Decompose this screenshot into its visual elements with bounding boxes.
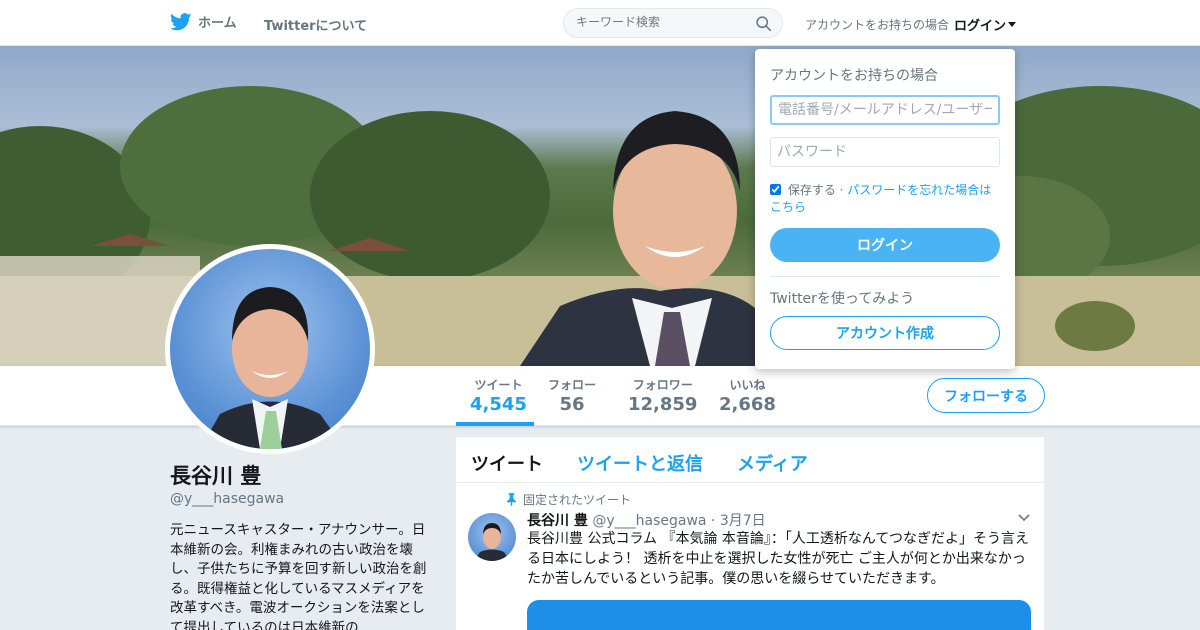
stat-likes[interactable]: いいね 2,668: [719, 376, 776, 415]
tweet-author-handle[interactable]: @y___hasegawa: [592, 513, 706, 529]
tweet-author-name[interactable]: 長谷川 豊: [527, 513, 588, 529]
active-stat-underline: [456, 422, 534, 426]
login-dropdown-toggle[interactable]: ログイン: [954, 15, 1017, 34]
stat-value: 56: [559, 394, 585, 415]
remember-label: 保存する: [787, 183, 836, 197]
login-dropdown: アカウントをお持ちの場合 保存する · パスワードを忘れた場合はこちら ログイン…: [755, 49, 1015, 369]
tab-tweets[interactable]: ツイート: [471, 450, 543, 476]
stat-value: 2,668: [719, 394, 776, 415]
nav-about-link[interactable]: Twitterについて: [264, 15, 367, 34]
try-twitter-label: Twitterを使ってみよう: [770, 291, 915, 307]
tweet-link-card[interactable]: [527, 600, 1031, 630]
tweet-text: 長谷川豊 公式コラム 『本気論 本音論』：「人工透析なんてつなぎだよ」そう言える…: [527, 531, 1029, 587]
profile-bio: 元ニュースキャスター・アナウンサー。日本維新の会。利権まみれの古い政治を壊し、子…: [170, 522, 427, 630]
pinned-indicator: 固定されたツイート: [506, 491, 631, 508]
tweet-avatar-image: [474, 523, 510, 561]
nav-home-label: ホーム: [198, 16, 237, 31]
pinned-label: 固定されたツイート: [523, 493, 632, 507]
stat-label: フォロー: [548, 378, 597, 392]
tweet-avatar[interactable]: [468, 513, 516, 561]
stat-following[interactable]: フォロー 56: [548, 376, 596, 415]
stat-label: いいね: [729, 378, 766, 392]
search-box: [563, 8, 783, 38]
chevron-down-icon[interactable]: [1018, 514, 1030, 522]
username-field[interactable]: [770, 95, 1000, 125]
profile-name: 長谷川 豊: [170, 464, 262, 488]
password-field[interactable]: [770, 137, 1000, 167]
caret-down-icon: [1008, 22, 1017, 27]
login-prompt: アカウントをお持ちの場合: [805, 18, 950, 32]
tab-tweets-and-replies[interactable]: ツイートと返信: [577, 450, 703, 476]
search-icon[interactable]: [755, 15, 772, 32]
avatar-image: [200, 287, 345, 449]
top-nav: ホーム Twitterについて アカウントをお持ちの場合 ログイン: [0, 0, 1200, 46]
twitter-bird-icon: [170, 12, 192, 30]
stat-tweets[interactable]: ツイート 4,545: [470, 376, 527, 415]
profile-avatar-frame: [165, 244, 375, 454]
nav-home-link[interactable]: ホーム: [170, 12, 237, 31]
login-button[interactable]: ログイン: [770, 228, 1000, 262]
login-dropdown-title: アカウントをお持ちの場合: [770, 68, 938, 84]
stat-label: フォロワー: [632, 378, 693, 392]
stat-value: 12,859: [628, 394, 698, 415]
search-input[interactable]: [576, 15, 746, 29]
dropdown-divider: [770, 276, 1000, 277]
remember-checkbox[interactable]: [770, 184, 781, 195]
timeline: ツイート ツイートと返信 メディア 固定されたツイート 長谷川 豊 @y___h…: [456, 437, 1044, 630]
timeline-tabs: ツイート ツイートと返信 メディア: [456, 437, 1044, 483]
remember-row: 保存する · パスワードを忘れた場合はこちら: [770, 182, 1000, 216]
tab-media[interactable]: メディア: [737, 450, 808, 476]
follow-button[interactable]: フォローする: [927, 378, 1045, 413]
signup-button[interactable]: アカウント作成: [770, 316, 1000, 350]
stat-followers[interactable]: フォロワー 12,859: [628, 376, 697, 415]
profile-handle[interactable]: @y___hasegawa: [170, 491, 284, 507]
tweet-header: 長谷川 豊 @y___hasegawa · 3月7日: [527, 510, 766, 530]
stat-label: ツイート: [474, 378, 523, 392]
stat-value: 4,545: [470, 394, 527, 415]
pin-icon: [506, 493, 517, 506]
login-link-label: ログイン: [954, 19, 1007, 34]
profile-avatar[interactable]: [170, 249, 370, 449]
tweet-date[interactable]: · 3月7日: [711, 513, 766, 529]
